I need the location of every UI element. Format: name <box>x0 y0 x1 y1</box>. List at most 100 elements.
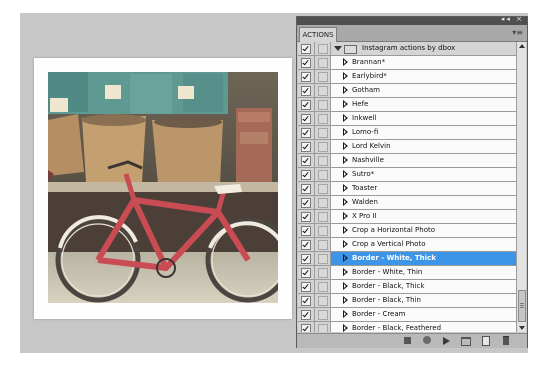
toggle-cell[interactable] <box>298 112 315 125</box>
checkmark-icon[interactable] <box>301 114 311 124</box>
action-row[interactable]: Inkwell <box>298 112 516 126</box>
action-row[interactable]: Walden <box>298 196 516 210</box>
checkmark-icon[interactable] <box>301 240 311 250</box>
action-row[interactable]: Lomo-fi <box>298 126 516 140</box>
expand-arrow-icon[interactable] <box>343 114 348 122</box>
scroll-thumb[interactable] <box>518 290 526 322</box>
dialog-toggle-cell[interactable] <box>315 238 331 251</box>
checkmark-icon[interactable] <box>301 72 311 82</box>
dialog-toggle-icon[interactable] <box>318 282 328 292</box>
scroll-down-icon[interactable] <box>519 326 525 330</box>
dialog-toggle-cell[interactable] <box>315 196 331 209</box>
action-set-row[interactable]: Instagram actions by dbox <box>298 42 516 56</box>
action-row[interactable]: Brannan* <box>298 56 516 70</box>
action-label-area[interactable]: Gotham <box>331 84 516 97</box>
action-row[interactable]: Border - Black, Thin <box>298 294 516 308</box>
expand-arrow-icon[interactable] <box>343 254 348 262</box>
action-row[interactable]: Earlybird* <box>298 70 516 84</box>
dialog-toggle-cell[interactable] <box>315 70 331 83</box>
expand-arrow-icon[interactable] <box>343 324 348 332</box>
new-action-icon[interactable] <box>482 336 490 346</box>
action-label-area[interactable]: Lomo-fi <box>331 126 516 139</box>
list-scrollbar[interactable] <box>516 42 526 332</box>
play-icon[interactable] <box>443 337 450 345</box>
dialog-toggle-icon[interactable] <box>318 142 328 152</box>
action-label-area[interactable]: Crop a Vertical Photo <box>331 238 516 251</box>
dialog-toggle-icon[interactable] <box>318 296 328 306</box>
expand-arrow-icon[interactable] <box>343 198 348 206</box>
dialog-toggle-cell[interactable] <box>315 42 331 55</box>
dialog-toggle-cell[interactable] <box>315 266 331 279</box>
dialog-toggle-icon[interactable] <box>318 212 328 222</box>
action-label-area[interactable]: Border - Black, Feathered <box>331 322 516 332</box>
toggle-cell[interactable] <box>298 182 315 195</box>
dialog-toggle-icon[interactable] <box>318 156 328 166</box>
toggle-cell[interactable] <box>298 280 315 293</box>
checkmark-icon[interactable] <box>301 198 311 208</box>
checkmark-icon[interactable] <box>301 212 311 222</box>
toggle-cell[interactable] <box>298 98 315 111</box>
toggle-cell[interactable] <box>298 84 315 97</box>
action-row[interactable]: Border - White, Thick <box>298 252 516 266</box>
toggle-cell[interactable] <box>298 168 315 181</box>
checkmark-icon[interactable] <box>301 282 311 292</box>
new-set-icon[interactable] <box>461 337 471 346</box>
checkmark-icon[interactable] <box>301 184 311 194</box>
dialog-toggle-cell[interactable] <box>315 56 331 69</box>
toggle-cell[interactable] <box>298 56 315 69</box>
checkmark-icon[interactable] <box>301 254 311 264</box>
action-row[interactable]: Gotham <box>298 84 516 98</box>
checkmark-icon[interactable] <box>301 226 311 236</box>
action-label-area[interactable]: Brannan* <box>331 56 516 69</box>
action-label-area[interactable]: Crop a Horizontal Photo <box>331 224 516 237</box>
panel-menu-icon[interactable]: ▾≡ <box>512 28 523 38</box>
action-row[interactable]: Lord Kelvin <box>298 140 516 154</box>
toggle-cell[interactable] <box>298 294 315 307</box>
toggle-cell[interactable] <box>298 224 315 237</box>
expand-arrow-icon[interactable] <box>343 282 348 290</box>
dialog-toggle-cell[interactable] <box>315 294 331 307</box>
action-row[interactable]: Border - White, Thin <box>298 266 516 280</box>
action-label-area[interactable]: Sutro* <box>331 168 516 181</box>
dialog-toggle-icon[interactable] <box>318 58 328 68</box>
checkmark-icon[interactable] <box>301 268 311 278</box>
checkmark-icon[interactable] <box>301 310 311 320</box>
action-label-area[interactable]: Hefe <box>331 98 516 111</box>
dialog-toggle-cell[interactable] <box>315 210 331 223</box>
checkmark-icon[interactable] <box>301 142 311 152</box>
checkmark-icon[interactable] <box>301 170 311 180</box>
dialog-toggle-cell[interactable] <box>315 98 331 111</box>
dialog-toggle-cell[interactable] <box>315 308 331 321</box>
dialog-toggle-icon[interactable] <box>318 226 328 236</box>
expand-arrow-icon[interactable] <box>343 212 348 220</box>
action-label-area[interactable]: Toaster <box>331 182 516 195</box>
dialog-toggle-cell[interactable] <box>315 168 331 181</box>
dialog-toggle-icon[interactable] <box>318 254 328 264</box>
expand-arrow-icon[interactable] <box>343 86 348 94</box>
toggle-cell[interactable] <box>298 140 315 153</box>
action-label-area[interactable]: X Pro II <box>331 210 516 223</box>
dialog-toggle-icon[interactable] <box>318 268 328 278</box>
action-row[interactable]: Hefe <box>298 98 516 112</box>
toggle-cell[interactable] <box>298 70 315 83</box>
expand-arrow-icon[interactable] <box>343 296 348 304</box>
action-label-area[interactable]: Border - White, Thin <box>331 266 516 279</box>
dialog-toggle-icon[interactable] <box>318 72 328 82</box>
dialog-toggle-icon[interactable] <box>318 324 328 332</box>
checkmark-icon[interactable] <box>301 100 311 110</box>
action-row[interactable]: Crop a Vertical Photo <box>298 238 516 252</box>
expand-arrow-icon[interactable] <box>343 58 348 66</box>
action-row[interactable]: Nashville <box>298 154 516 168</box>
checkmark-icon[interactable] <box>301 296 311 306</box>
action-label-area[interactable]: Lord Kelvin <box>331 140 516 153</box>
action-label-area[interactable]: Walden <box>331 196 516 209</box>
expand-triangle-icon[interactable] <box>334 46 342 51</box>
expand-arrow-icon[interactable] <box>343 170 348 178</box>
toggle-cell[interactable] <box>298 252 315 265</box>
dialog-toggle-icon[interactable] <box>318 86 328 96</box>
toggle-cell[interactable] <box>298 210 315 223</box>
expand-arrow-icon[interactable] <box>343 100 348 108</box>
trash-icon[interactable] <box>503 336 509 345</box>
dialog-toggle-cell[interactable] <box>315 322 331 332</box>
expand-arrow-icon[interactable] <box>343 310 348 318</box>
